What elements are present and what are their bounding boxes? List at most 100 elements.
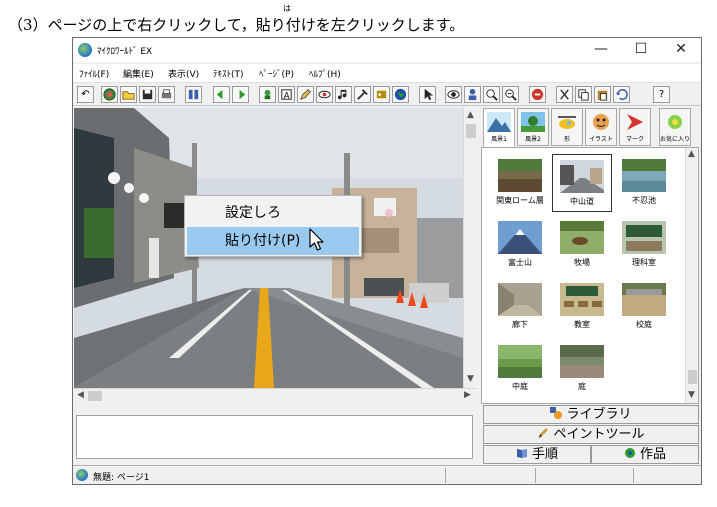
paint-tool-button[interactable]: ペイントツール [483,425,699,444]
category-tab-favorites[interactable]: お気に入り [659,108,691,146]
category-tab-landscape-1[interactable]: 風景1 [483,108,515,147]
menu-edit[interactable]: 編集(E) [123,67,154,80]
scroll-left-icon[interactable]: ◀ [77,390,84,400]
library-item-courtyard[interactable]: 中庭 [490,340,550,398]
close-button[interactable]: ✕ [661,38,701,62]
person-icon[interactable] [464,86,481,103]
context-menu-item-paste[interactable]: 貼り付け(P) [187,227,359,255]
category-label: 風景1 [491,136,507,143]
library-button[interactable]: ライブラリ [483,405,699,424]
scroll-right-icon[interactable]: ▶ [464,390,471,400]
library-item-shinobazu-pond[interactable]: 不忍池 [614,154,674,212]
library-item-science-room[interactable]: 理科室 [614,216,674,274]
instruction-text: （3）ページの上で右クリックして，貼り付けを左クリックします。 [8,16,465,34]
canvas-horizontal-scrollbar[interactable]: ◀ ▶ [74,388,477,402]
library-item-classroom[interactable]: 教室 [552,278,612,336]
print-icon[interactable] [158,86,175,103]
character-icon[interactable] [259,86,276,103]
mountain-icon [487,112,511,132]
flower-icon [668,115,682,129]
minimize-button[interactable]: — [581,38,621,62]
library-item-label: 教室 [574,320,590,329]
menu-view[interactable]: 表示(V) [168,67,199,80]
library-item-ranch[interactable]: 牧場 [552,216,612,274]
library-item-label: 中山道 [570,197,594,206]
helicopter-icon [558,116,576,129]
eye-icon[interactable] [316,86,333,103]
next-page-icon[interactable] [232,86,249,103]
category-tab-illustration[interactable]: イラスト [585,108,617,146]
menu-file[interactable]: ﾌｧｲﾙ(F) [79,67,109,80]
steps-button[interactable]: 手順 [483,445,591,464]
library-scroll-thumb[interactable] [688,370,697,384]
library-scrollbar[interactable]: ▲ ▼ [685,148,698,403]
text-box-icon[interactable]: A [278,86,295,103]
undo-icon[interactable] [613,86,630,103]
save-icon[interactable] [139,86,156,103]
copy-icon[interactable] [575,86,592,103]
cut-icon[interactable] [556,86,573,103]
library-item-label: 不忍池 [632,196,656,205]
stop-icon[interactable] [529,86,546,103]
library-item-kanto-loam[interactable]: 関東ローム層 [490,154,550,212]
category-label: お気に入り [660,136,691,143]
status-bar: 無題: ページ1 [73,465,701,484]
zoom-in-icon[interactable] [483,86,500,103]
book-icon[interactable] [185,86,202,103]
globe-icon[interactable] [101,86,118,103]
library-item-mt-fuji[interactable]: 富士山 [490,216,550,274]
menu-bar: ﾌｧｲﾙ(F) 編集(E) 表示(V) ﾃｷｽﾄ(T) ﾍﾟｰｼﾞ(P) ﾍﾙﾌ… [73,64,701,82]
category-tab-shape[interactable]: 形 [551,108,583,146]
music-note-icon[interactable] [335,86,352,103]
horizontal-scroll-thumb[interactable] [88,391,102,401]
open-folder-icon[interactable] [120,86,137,103]
library-scroll-up-icon[interactable]: ▲ [688,149,695,159]
help-icon[interactable]: ? [653,86,670,103]
tree-icon [521,112,545,132]
earth-icon[interactable] [392,86,409,103]
library-item-nakasendo[interactable]: 中山道 [552,154,612,212]
title-bar[interactable]: ﾏｲｸﾛﾜｰﾙﾄﾞ EX — ☐ ✕ [73,38,701,62]
note-text-area[interactable] [76,415,473,459]
scroll-down-icon[interactable]: ▼ [467,374,474,384]
mouse-cursor-icon [309,228,324,251]
illustration-icon [593,114,609,130]
library-item-label: 中庭 [512,382,528,391]
library-item-label: 牧場 [574,258,590,267]
shapes-icon [550,407,563,419]
status-globe-icon [76,469,88,481]
library-item-label: 理科室 [632,258,656,267]
app-window: ﾏｲｸﾛﾜｰﾙﾄﾞ EX — ☐ ✕ ﾌｧｲﾙ(F) 編集(E) 表示(V) ﾃ… [72,37,702,485]
tools-icon[interactable] [354,86,371,103]
canvas-vertical-scrollbar[interactable]: ▲ ▼ [463,108,477,388]
library-item-garden[interactable]: 庭 [552,340,612,398]
steps-button-label: 手順 [531,447,558,462]
movie-icon[interactable] [373,86,390,103]
category-label: 形 [563,136,570,143]
maximize-button[interactable]: ☐ [621,38,661,62]
category-tab-mark[interactable]: マーク [619,108,651,146]
undo-arrow-icon[interactable]: ↶ [77,86,94,103]
category-tab-landscape-2[interactable]: 風景2 [517,108,549,146]
pencil-icon[interactable] [297,86,314,103]
library-item-schoolyard[interactable]: 校庭 [614,278,674,336]
works-button-label: 作品 [639,447,666,462]
category-label: イラスト [589,136,613,143]
paste-icon[interactable] [594,86,611,103]
menu-help[interactable]: ﾍﾙﾌﾟ(H) [309,67,341,80]
preview-eye-icon[interactable] [445,86,462,103]
vertical-scroll-thumb[interactable] [466,124,476,138]
menu-page[interactable]: ﾍﾟｰｼﾞ(P) [259,67,294,80]
library-scroll-down-icon[interactable]: ▼ [688,390,695,400]
pointer-icon[interactable] [419,86,436,103]
scroll-up-icon[interactable]: ▲ [467,110,474,120]
menu-text[interactable]: ﾃｷｽﾄ(T) [213,67,244,80]
prev-page-icon[interactable] [213,86,230,103]
library-item-label: 関東ローム層 [496,196,544,205]
works-button[interactable]: 作品 [591,445,699,464]
library-item-hallway[interactable]: 廊下 [490,278,550,336]
zoom-out-icon[interactable] [502,86,519,103]
category-label: マーク [625,136,644,143]
library-item-label: 富士山 [508,258,532,267]
context-menu-item-settings[interactable]: 設定しろ [187,199,359,227]
